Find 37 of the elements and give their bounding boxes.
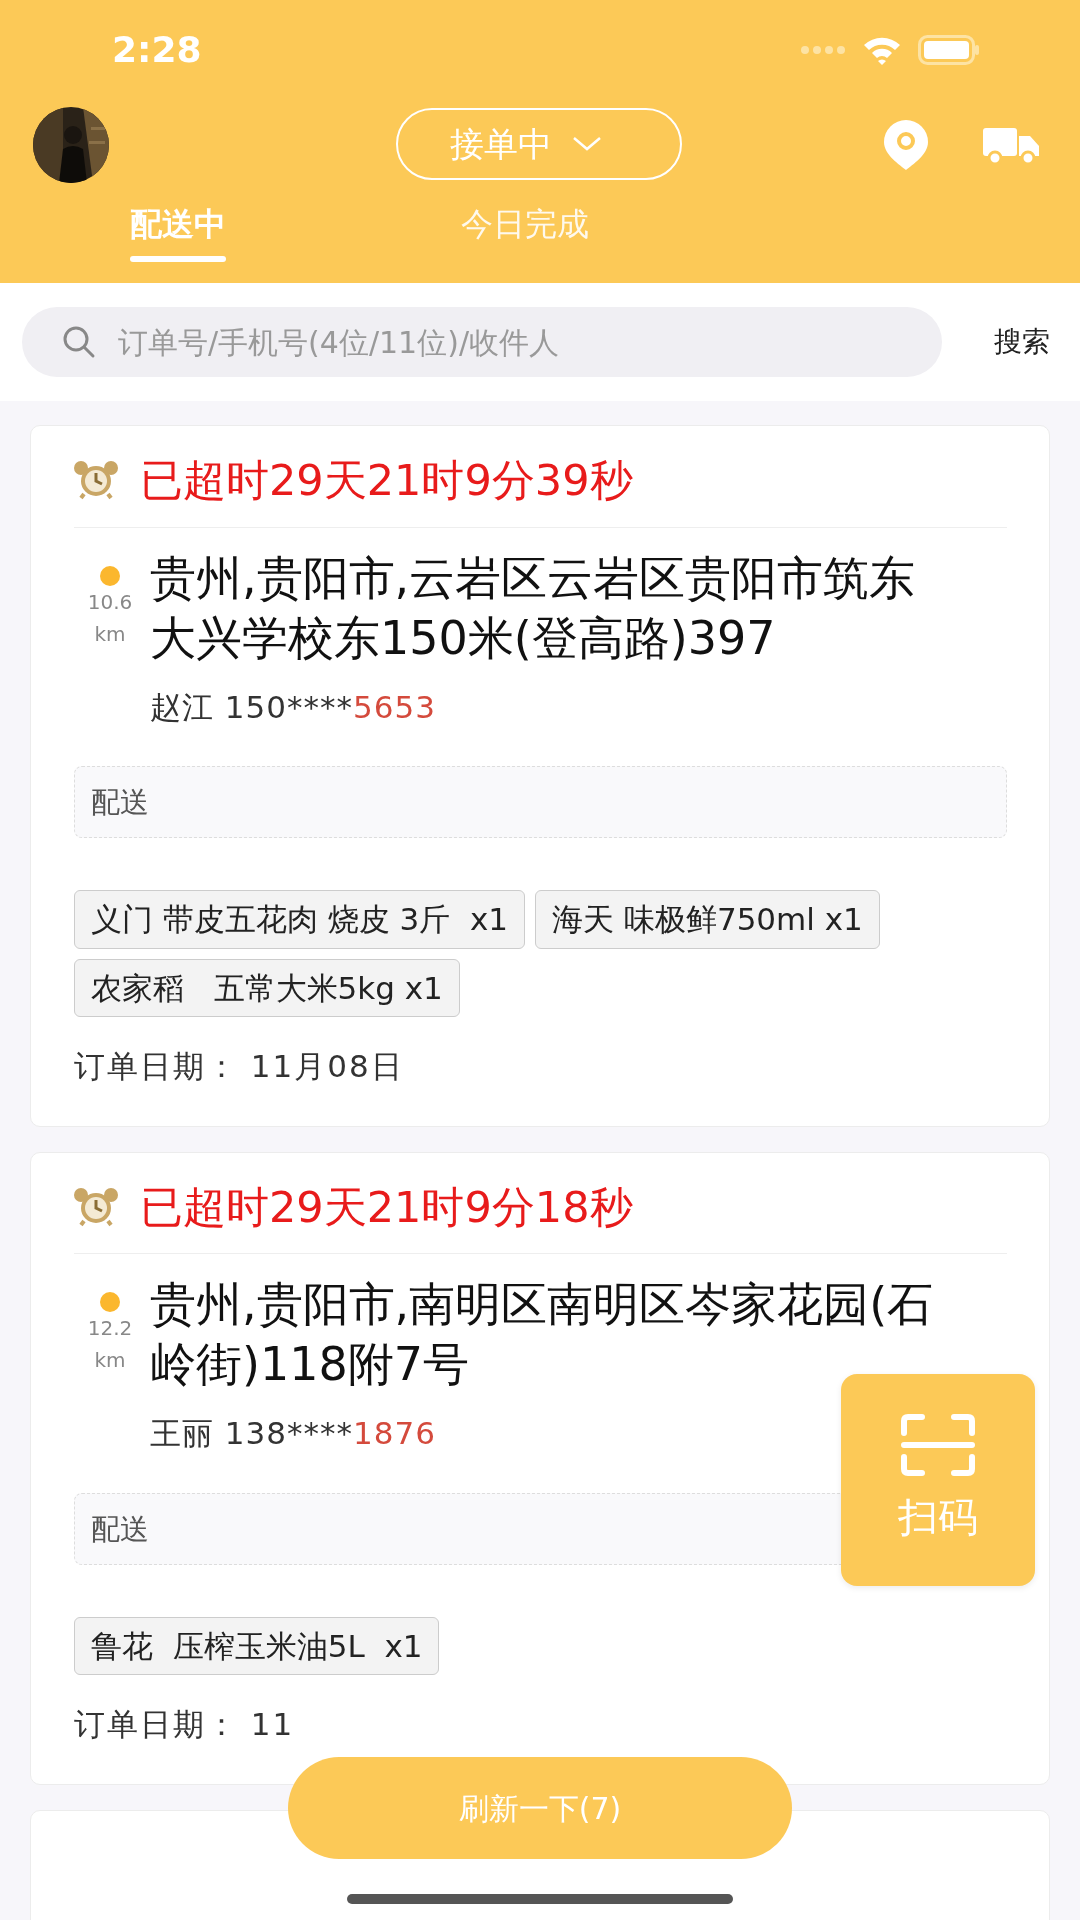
delivery-note: 配送	[74, 766, 1007, 838]
search-field[interactable]: 订单号/手机号(4位/11位)/收件人	[22, 307, 942, 377]
chevron-down-icon	[572, 136, 602, 152]
scan-icon	[900, 1413, 976, 1477]
recipient-contact: 赵江 150****5653	[150, 687, 436, 727]
location-pin-icon[interactable]	[882, 119, 930, 171]
truck-icon[interactable]	[982, 125, 1040, 165]
status-dot	[100, 1292, 120, 1312]
tab[interactable]: 今日完成	[450, 190, 600, 264]
item-tag: 海天 味极鲜750ml x1	[535, 890, 880, 949]
order-card[interactable]: 已超时29天21时9分39秒 10.6 km 贵州,贵阳市,云岩区云岩区贵阳市筑东大兴学校东150米(登高路)397 赵江 150****5653 配送 义门 带皮五花肉 烧皮 3斤 x1 海天 味极鲜750ml x1 农家稻 五常大米5kg x1 订单日期： 11月08日	[30, 425, 1050, 1127]
distance-unit: km	[94, 1347, 126, 1374]
item-tag: 鲁花 压榨玉米油5L x1	[74, 1616, 440, 1675]
distance-unit: km	[94, 620, 126, 648]
signal-icon	[800, 45, 846, 55]
recipient-contact: 王丽 138****1876	[150, 1414, 436, 1453]
search-button[interactable]: 搜索	[986, 321, 1058, 363]
status-dot	[100, 565, 120, 586]
alarm-clock-icon	[74, 1186, 118, 1227]
distance-value: 12.2	[87, 1315, 133, 1342]
tab[interactable]: 配送中	[120, 190, 236, 264]
item-tag: 农家稻 五常大米5kg x1	[74, 958, 460, 1017]
delivery-address: 贵州,贵阳市,云岩区云岩区贵阳市筑东大兴学校东150米(登高路)397	[150, 549, 917, 667]
battery-icon	[918, 35, 980, 65]
wifi-icon	[862, 35, 902, 65]
order-date: 订单日期： 11月08日	[74, 1047, 405, 1086]
scan-button[interactable]: 扫码	[841, 1374, 1035, 1586]
overdue-time: 已超时29天21时9分18秒	[140, 1180, 633, 1234]
search-icon	[62, 325, 96, 359]
order-date: 订单日期： 11	[74, 1705, 296, 1744]
overdue-time: 已超时29天21时9分39秒	[140, 454, 633, 507]
item-tag: 义门 带皮五花肉 烧皮 3斤 x1	[74, 890, 526, 949]
status-time: 2:28	[112, 28, 202, 72]
distance-value: 10.6	[87, 588, 133, 616]
status-dropdown[interactable]: 接单中	[396, 108, 682, 180]
refresh-button[interactable]: 刷新一下(7)	[288, 1757, 792, 1859]
alarm-clock-icon	[74, 460, 118, 501]
